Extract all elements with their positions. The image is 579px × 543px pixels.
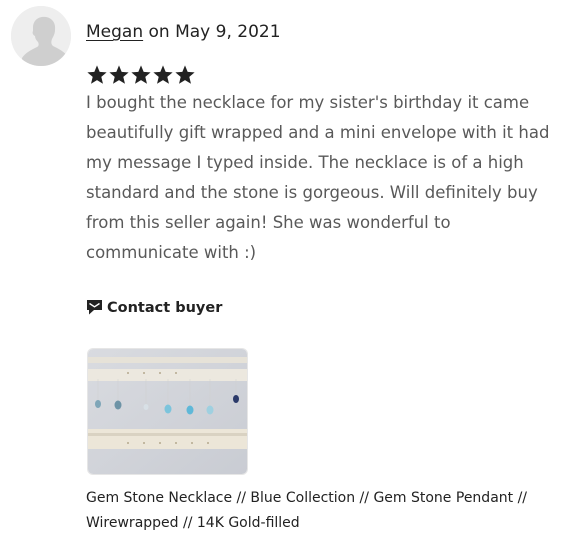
- star-rating: [86, 62, 196, 88]
- chat-bubble-icon: [87, 300, 102, 315]
- necklace-photo: [88, 349, 247, 474]
- star-icon: [87, 65, 107, 84]
- star-icon: [109, 65, 129, 84]
- listing-image[interactable]: [88, 349, 247, 474]
- avatar[interactable]: [11, 6, 71, 66]
- review-text: I bought the necklace for my sister's bi…: [86, 93, 550, 262]
- review-date: on May 9, 2021: [143, 22, 281, 42]
- contact-buyer-button[interactable]: Contact buyer: [86, 299, 222, 316]
- star-icon: [175, 65, 195, 84]
- star-icon: [153, 65, 173, 84]
- reviewer-name-link[interactable]: Megan: [86, 22, 143, 42]
- reviewer-line: Megan on May 9, 2021: [86, 20, 281, 44]
- contact-buyer-label: Contact buyer: [107, 299, 223, 316]
- listing-title[interactable]: Gem Stone Necklace // Blue Collection //…: [86, 486, 566, 536]
- default-user-icon: [11, 6, 71, 66]
- star-icon: [131, 65, 151, 84]
